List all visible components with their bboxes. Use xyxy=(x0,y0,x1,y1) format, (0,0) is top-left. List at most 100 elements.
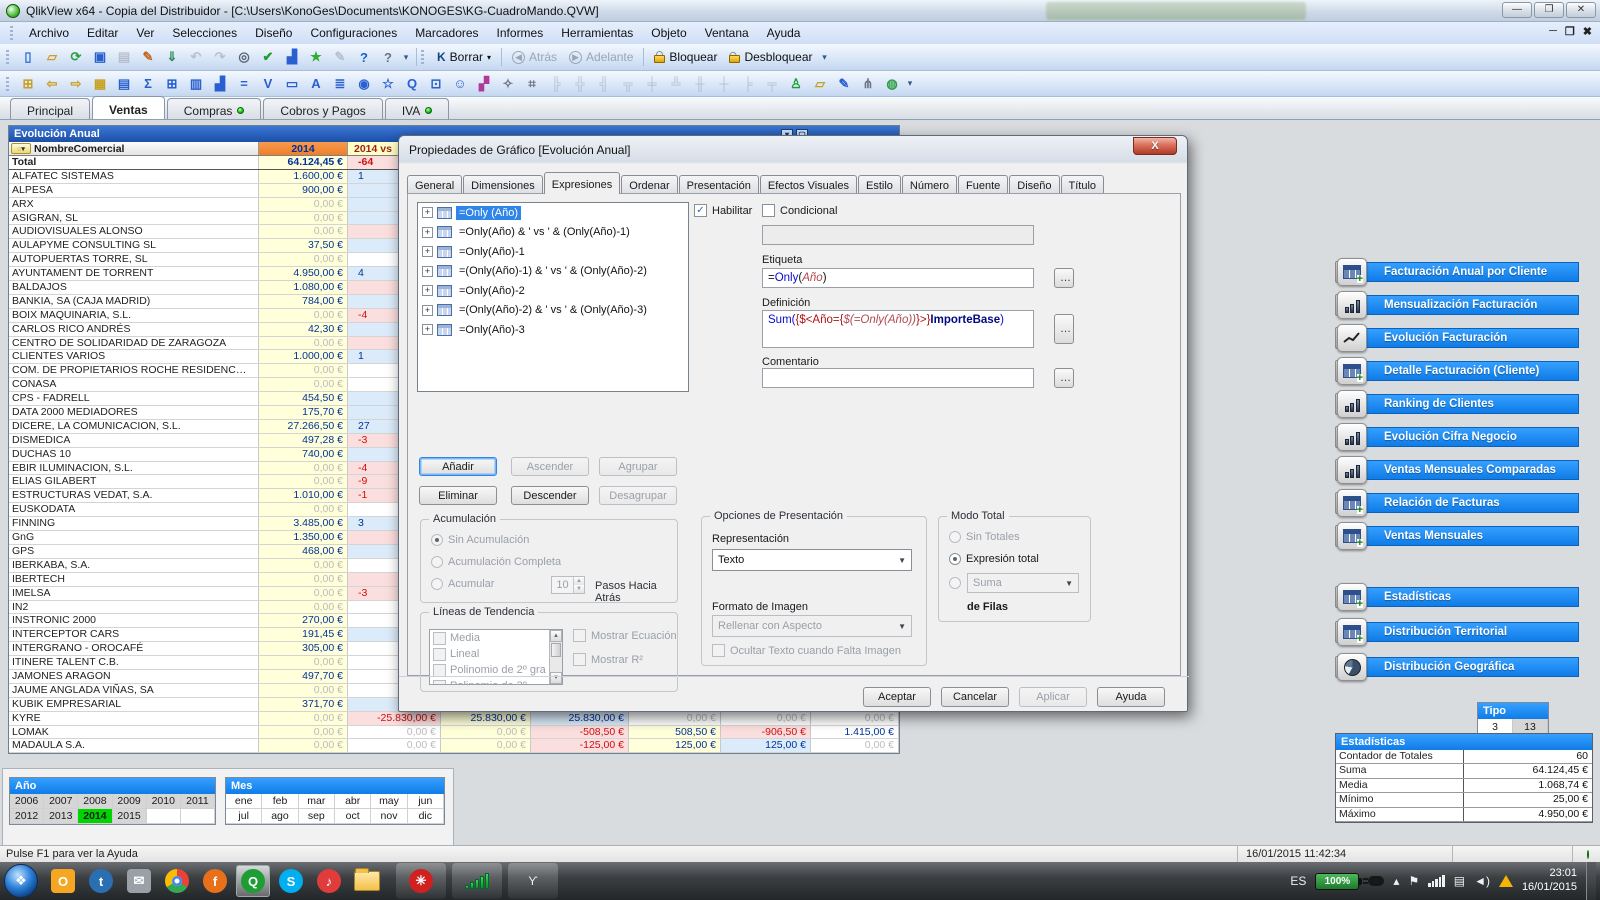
container-object-icon[interactable]: ⊡ xyxy=(425,74,447,94)
toolbar-overflow-icon[interactable]: ▾ xyxy=(904,74,916,94)
new-sheet-icon[interactable]: ⊞ xyxy=(17,74,39,94)
quick-chart-wizard-icon[interactable]: ▟ xyxy=(281,47,303,67)
forward-button[interactable]: ▶ Adelante xyxy=(563,48,639,66)
image-format-select[interactable]: Rellenar con Aspecto ▼ xyxy=(712,615,912,637)
search-object-icon[interactable]: Q xyxy=(401,74,423,94)
month-cell[interactable]: dic xyxy=(407,809,444,824)
column-header-2014[interactable]: 2014 xyxy=(259,142,348,155)
label-value-input[interactable]: = Only (Año) xyxy=(762,268,1034,288)
close-button[interactable]: ✕ xyxy=(1566,2,1596,18)
sidebar-button-distribuci-n-territorial[interactable]: Distribución Territorial xyxy=(1335,618,1593,646)
current-selections-box-icon[interactable]: V xyxy=(257,74,279,94)
trendline-option[interactable]: Lineal xyxy=(430,646,549,662)
language-indicator[interactable]: ES xyxy=(1290,874,1306,888)
scroll-thumb[interactable] xyxy=(551,643,561,657)
sidebar-button-relaci-n-de-facturas[interactable]: Relación de Facturas xyxy=(1335,489,1593,517)
sheet-properties-icon[interactable]: ▦ xyxy=(89,74,111,94)
month-cell[interactable]: jul xyxy=(226,809,263,824)
sidebar-button-label[interactable]: Ventas Mensuales Comparadas xyxy=(1343,460,1579,480)
scroll-up-icon[interactable]: ▲ xyxy=(550,630,562,642)
trendline-checkbox-box[interactable] xyxy=(433,631,446,645)
expand-icon[interactable]: + xyxy=(422,265,433,277)
show-hidden-icons-icon[interactable]: ▴ xyxy=(1393,874,1399,888)
sidebar-button-distribuci-n-geogr-fica[interactable]: Distribución Geográfica xyxy=(1335,653,1593,681)
itunes-icon[interactable]: ♪ xyxy=(312,865,346,897)
gdrive-icon[interactable] xyxy=(1498,875,1513,887)
year-cell[interactable]: 2008 xyxy=(78,794,113,809)
taskbar-clock[interactable]: 23:01 16/01/2015 xyxy=(1522,867,1577,895)
sidebar-button-label[interactable]: Evolución Facturación xyxy=(1343,328,1579,348)
menu-item-ventana[interactable]: Ventana xyxy=(696,23,758,43)
menu-item-objeto[interactable]: Objeto xyxy=(642,23,695,43)
dialog-tab-efectos-visuales[interactable]: Efectos Visuales xyxy=(759,175,857,194)
chart-wizard-icon[interactable]: ▞ xyxy=(473,74,495,94)
dialog-close-button[interactable]: X xyxy=(1133,137,1177,155)
apply-button[interactable]: Aplicar xyxy=(1019,687,1087,707)
sidebar-button-label[interactable]: Detalle Facturación (Cliente) xyxy=(1343,361,1579,381)
comment-ellipsis-button[interactable]: … xyxy=(1054,368,1074,388)
year-caption[interactable]: Año xyxy=(10,778,215,794)
search-icon[interactable]: ◎ xyxy=(233,47,255,67)
no-accumulation-radio[interactable]: Sin Acumulación xyxy=(431,534,529,546)
action-center-icon[interactable]: ▤ xyxy=(1454,874,1465,888)
hide-text-checkbox[interactable]: Ocultar Texto cuando Falta Imagen xyxy=(712,644,901,657)
month-caption[interactable]: Mes xyxy=(226,778,444,794)
signal-bars-icon[interactable] xyxy=(1428,875,1445,887)
expression-item[interactable]: + =Only(Año)-3 xyxy=(418,320,688,340)
month-cell[interactable]: feb xyxy=(262,794,299,809)
sidebar-button-ranking-de-clientes[interactable]: Ranking de Clientes xyxy=(1335,390,1593,418)
connect-icon[interactable]: ⋔ xyxy=(857,74,879,94)
sidebar-button-label[interactable]: Mensualización Facturación xyxy=(1343,295,1579,315)
delete-expression-button[interactable]: Eliminar xyxy=(419,486,497,505)
show-r2-checkbox[interactable]: Mostrar R² xyxy=(573,653,643,666)
month-cell[interactable]: oct xyxy=(334,809,372,824)
column-header-name[interactable]: ◌▾ NombreComercial xyxy=(9,142,259,155)
demote-sheet-icon[interactable]: ⇨ xyxy=(65,74,87,94)
chrome-icon[interactable] xyxy=(160,865,194,897)
edit-sheet-icon[interactable]: ✎ xyxy=(137,47,159,67)
year-cell[interactable]: 2006 xyxy=(10,794,45,809)
enable-checkbox[interactable]: ✓ Habilitar xyxy=(694,204,752,217)
stepper-down-icon[interactable]: ▼ xyxy=(574,585,584,593)
expand-icon[interactable]: + xyxy=(422,324,433,336)
mdi-minimize-icon[interactable]: ─ xyxy=(1549,25,1557,38)
representation-select[interactable]: Texto ▼ xyxy=(712,549,912,571)
menu-item-ayuda[interactable]: Ayuda xyxy=(758,23,810,43)
tab-compras[interactable]: Compras xyxy=(166,98,262,119)
text-object-icon[interactable]: A xyxy=(305,74,327,94)
menu-item-editar[interactable]: Editar xyxy=(78,23,127,43)
statistics-box-icon[interactable]: Σ xyxy=(137,74,159,94)
aggregation-radio[interactable] xyxy=(949,577,961,589)
slider-object-icon[interactable]: ▭ xyxy=(281,74,303,94)
tipo-value-cell[interactable]: 3 xyxy=(1478,719,1513,734)
ungroup-expression-button[interactable]: Desagrupar xyxy=(599,486,677,505)
year-cell[interactable]: 2012 xyxy=(10,809,45,824)
dialog-tab-título[interactable]: Título xyxy=(1060,175,1105,194)
sidebar-button-evoluci-n-facturaci-n[interactable]: Evolución Facturación xyxy=(1335,324,1593,352)
save-icon[interactable]: ▣ xyxy=(89,47,111,67)
reload-data-icon[interactable]: ⟳ xyxy=(65,47,87,67)
dialog-tab-fuente[interactable]: Fuente xyxy=(958,175,1009,194)
show-equation-checkbox[interactable]: Mostrar Ecuación xyxy=(573,629,677,642)
year-cell[interactable]: 2015 xyxy=(112,809,147,824)
no-totals-radio[interactable]: Sin Totales xyxy=(949,531,1020,543)
expression-item[interactable]: + =Only(Año)-1 xyxy=(418,242,688,262)
explorer-icon[interactable] xyxy=(350,865,384,897)
enable-checkbox-box[interactable]: ✓ xyxy=(694,204,707,217)
tab-iva[interactable]: IVA xyxy=(384,98,450,119)
network-signal-icon[interactable] xyxy=(460,865,494,897)
tab-principal[interactable]: Principal xyxy=(10,98,91,119)
restore-button[interactable]: ❐ xyxy=(1534,2,1564,18)
year-cell[interactable]: 2014 xyxy=(78,809,113,824)
firefox-icon[interactable]: f xyxy=(198,865,232,897)
tipo-caption[interactable]: Tipo xyxy=(1478,703,1548,719)
expand-icon[interactable]: + xyxy=(422,285,433,297)
menu-item-archivo[interactable]: Archivo xyxy=(20,23,78,43)
month-cell[interactable]: ago xyxy=(262,809,299,824)
trendline-checkbox-box[interactable] xyxy=(433,663,446,677)
expand-icon[interactable]: + xyxy=(422,207,433,219)
multi-box-icon[interactable]: ≣ xyxy=(329,74,351,94)
outlook-icon[interactable]: O xyxy=(46,865,80,897)
dialog-title-bar[interactable]: Propiedades de Gráfico [Evolución Anual] xyxy=(399,136,1187,164)
expression-item[interactable]: + =Only (Año) xyxy=(418,203,688,223)
